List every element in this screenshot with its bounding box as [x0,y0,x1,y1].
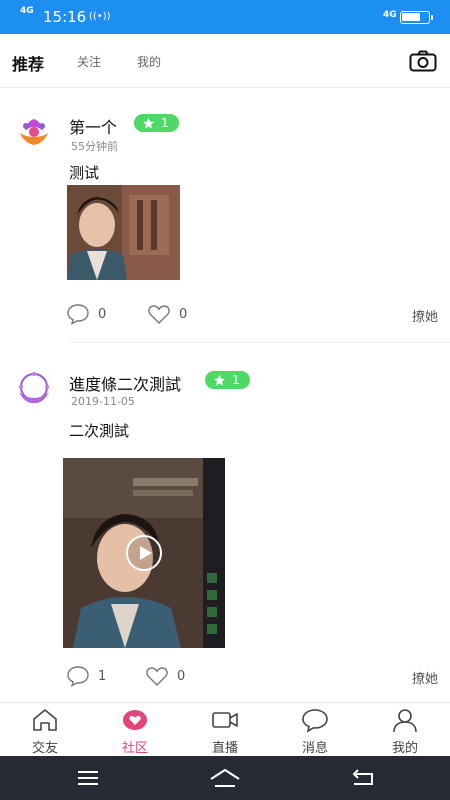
post-image[interactable] [67,185,180,280]
level-value: 1 [161,116,169,130]
network-indicator-right: 4G [383,10,397,20]
video-camera-icon [212,712,238,728]
avatar[interactable] [15,113,53,151]
play-icon[interactable] [125,534,163,572]
level-badge: 1 [134,114,179,132]
clock: 15:16 [43,8,87,26]
comment-icon [67,304,89,325]
like-button[interactable]: 0 [145,665,185,687]
like-count: 0 [179,306,188,322]
nav-label: 直播 [211,741,238,756]
nav-label: 交友 [31,741,58,756]
like-count: 0 [177,668,186,684]
nav-label: 我的 [391,741,418,756]
feed-tabs: 推荐 关注 我的 [0,34,450,88]
level-value: 1 [232,373,240,387]
heart-icon [146,667,168,686]
post-card: 第一个 1 55分钟前 测试 0 0 撩她 [0,88,450,344]
like-button[interactable]: 0 [147,303,187,325]
community-heart-icon [123,710,147,730]
heart-icon [148,305,170,324]
nav-item-me[interactable]: 我的 [370,707,440,756]
camera-icon[interactable] [409,50,437,72]
nav-item-messages[interactable]: 消息 [280,707,350,756]
comment-button[interactable]: 0 [66,303,106,325]
divider [69,342,450,343]
nav-item-community[interactable]: 社区 [100,707,170,756]
post-time: 55分钟前 [71,140,118,153]
post-username[interactable]: 進度條二次測試 [69,371,181,395]
comment-count: 0 [98,306,107,322]
signal-icon: ((•)) [89,11,111,22]
avatar[interactable] [15,370,53,408]
nav-label: 社区 [121,741,148,756]
post-text: 测试 [69,164,100,182]
flirt-button[interactable]: 撩她 [412,306,438,325]
post-time: 2019-11-05 [71,395,135,408]
home-icon [33,709,57,731]
person-icon [393,709,417,733]
post-card: 進度條二次測試 1 2019-11-05 二次測試 1 0 撩她 [0,344,450,702]
tab-recommend[interactable]: 推荐 [12,51,44,75]
comment-button[interactable]: 1 [66,665,106,687]
post-text: 二次測試 [69,422,130,440]
comment-count: 1 [98,668,107,684]
flirt-button[interactable]: 撩她 [412,668,438,687]
comment-icon [67,666,89,687]
post-actions: 1 0 撩她 [0,665,450,689]
bottom-nav: 交友 社区 直播 消息 我的 [0,702,450,756]
message-bubble-icon [302,709,328,733]
status-bar: 4G 15:16 ((•)) 4G [0,0,450,34]
star-icon [142,117,155,129]
star-icon [213,374,226,386]
back-icon[interactable] [352,768,374,788]
battery-icon [400,11,433,24]
nav-label: 消息 [301,741,328,756]
tab-follow[interactable]: 关注 [77,53,101,70]
nav-item-live[interactable]: 直播 [190,707,260,756]
level-badge: 1 [205,371,250,389]
home-button-icon[interactable] [209,768,241,788]
network-indicator: 4G [20,6,34,16]
menu-icon[interactable] [77,768,99,788]
system-nav-bar [0,756,450,800]
tab-mine[interactable]: 我的 [137,53,161,70]
post-username[interactable]: 第一个 [69,114,117,138]
post-actions: 0 0 撩她 [0,303,450,327]
nav-item-friends[interactable]: 交友 [10,707,80,756]
